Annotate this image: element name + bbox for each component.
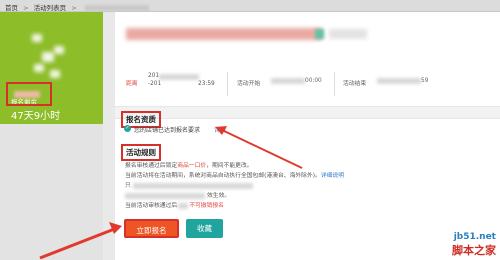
arrow-to-signup-head [109,222,122,234]
watermark: jb51.net 脚本之家 [452,232,496,258]
watermark-name: 脚本之家 [452,244,496,257]
annotation-arrows [39,126,303,260]
arrow-to-signup-line [39,226,118,260]
watermark-url: jb51.net [453,232,496,242]
arrow-to-qualification-line [221,129,303,169]
